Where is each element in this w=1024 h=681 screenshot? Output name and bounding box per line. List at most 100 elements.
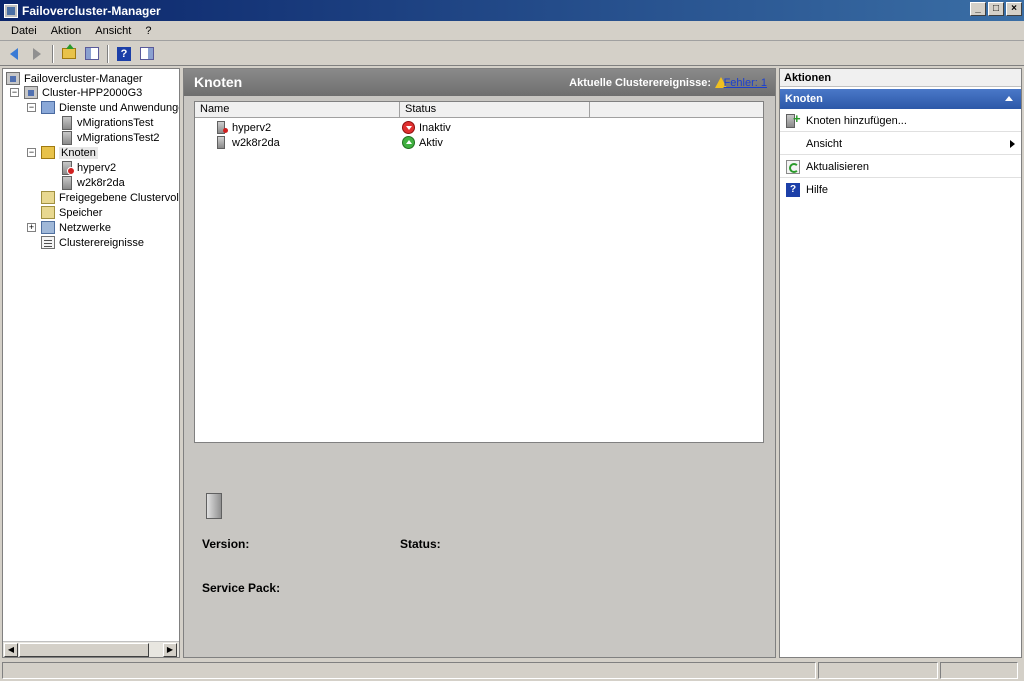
table-row[interactable]: w2k8r2da Aktiv — [195, 135, 763, 150]
tree-item-networks[interactable]: + Netzwerke — [27, 220, 111, 235]
refresh-action[interactable]: Aktualisieren — [780, 156, 1021, 178]
window-title: Failovercluster-Manager — [22, 3, 161, 18]
server-icon — [62, 175, 72, 190]
actions-title: Aktionen — [780, 69, 1021, 87]
cluster-icon — [24, 86, 38, 99]
recent-events-label: Aktuelle Clusterereignisse: — [569, 77, 711, 89]
tree-item-nodes[interactable]: − Knoten — [27, 145, 98, 160]
collapse-toggle[interactable]: − — [10, 88, 19, 97]
action-label: Ansicht — [806, 137, 843, 150]
server-icon — [62, 130, 72, 145]
help-button[interactable]: ? — [114, 44, 134, 64]
menu-aktion[interactable]: Aktion — [44, 25, 89, 37]
minimize-button[interactable]: _ — [970, 2, 986, 16]
maximize-button[interactable]: □ — [988, 2, 1004, 16]
help-action[interactable]: ? Hilfe — [780, 179, 1021, 201]
tree-item-w2k8r2da[interactable]: w2k8r2da — [60, 175, 125, 190]
services-icon — [41, 101, 55, 114]
show-hide-action-pane-button[interactable] — [137, 44, 157, 64]
tree-item-label: hyperv2 — [77, 161, 117, 174]
title-bar: Failovercluster-Manager _ □ × — [0, 0, 1024, 21]
help-icon: ? — [786, 183, 800, 197]
section-label: Knoten — [785, 93, 823, 105]
add-node-action[interactable]: Knoten hinzufügen... — [780, 110, 1021, 132]
add-node-icon — [786, 111, 801, 128]
status-up-icon — [402, 136, 415, 149]
tree-item-cluster[interactable]: − Cluster-HPP2000G3 — [10, 85, 142, 100]
status-panel — [940, 662, 1018, 679]
service-pack-label: Service Pack: — [202, 581, 281, 595]
action-pane-icon — [140, 47, 154, 60]
help-icon: ? — [117, 46, 131, 61]
column-header-name[interactable]: Name — [195, 102, 400, 118]
server-down-icon — [62, 160, 75, 175]
horizontal-scrollbar[interactable]: ◀ ▶ — [3, 641, 179, 657]
back-arrow-icon — [10, 47, 18, 60]
collapse-toggle[interactable]: − — [27, 148, 36, 157]
cell-name: hyperv2 — [195, 121, 400, 134]
tree-item-label: Netzwerke — [59, 221, 111, 234]
results-header: Knoten Aktuelle Clusterereignisse: Fehle… — [184, 69, 775, 96]
toolbar: ? — [0, 42, 1024, 66]
scroll-thumb[interactable] — [19, 643, 149, 657]
submenu-arrow-icon — [1010, 140, 1015, 148]
column-header-empty — [590, 102, 763, 118]
error-link[interactable]: Fehler: 1 — [724, 77, 767, 89]
toolbar-separator — [107, 44, 109, 63]
status-panel — [818, 662, 938, 679]
action-label: Aktualisieren — [806, 160, 869, 173]
status-panel — [2, 662, 816, 679]
events-icon — [41, 236, 55, 249]
toolbar-separator — [52, 44, 54, 63]
menu-ansicht[interactable]: Ansicht — [88, 25, 138, 37]
tree-item-shared-volumes[interactable]: Freigegebene Clustervolur — [41, 190, 179, 205]
page-title: Knoten — [194, 74, 243, 90]
nodes-list[interactable]: Name Status hyperv2 Inaktiv w2k8r2da Akt… — [194, 101, 764, 443]
view-action[interactable]: Ansicht — [780, 133, 1021, 155]
menu-help[interactable]: ? — [138, 25, 158, 37]
menu-bar: Datei Aktion Ansicht ? — [0, 21, 1024, 41]
console-tree[interactable]: Failovercluster-Manager − Cluster-HPP200… — [2, 68, 180, 658]
tree-item-label: Speicher — [59, 206, 103, 219]
tree-item-vmigrationstest[interactable]: vMigrationsTest — [60, 115, 153, 130]
column-header-status[interactable]: Status — [400, 102, 590, 118]
node-status: Aktiv — [419, 136, 443, 149]
tree-item-hyperv2[interactable]: hyperv2 — [60, 160, 116, 175]
show-hide-console-tree-button[interactable] — [82, 44, 102, 64]
node-status: Inaktiv — [419, 121, 451, 134]
nodes-folder-icon — [41, 146, 55, 159]
scroll-right-button[interactable]: ▶ — [163, 643, 177, 657]
up-level-button[interactable] — [59, 44, 79, 64]
cell-name: w2k8r2da — [195, 136, 400, 149]
status-bar — [0, 660, 1024, 681]
window-controls: _ □ × — [970, 2, 1022, 16]
cluster-manager-icon — [4, 3, 18, 18]
tree-item-storage[interactable]: Speicher — [41, 205, 102, 220]
tree-item-label: Cluster-HPP2000G3 — [42, 86, 143, 99]
tree-item-events[interactable]: Clusterereignisse — [41, 235, 144, 250]
results-pane: Knoten Aktuelle Clusterereignisse: Fehle… — [183, 68, 776, 658]
cell-status: Aktiv — [400, 136, 443, 149]
collapse-up-icon[interactable] — [1005, 96, 1013, 101]
status-label: Status: — [400, 537, 441, 551]
tree-item-vmigrationstest2[interactable]: vMigrationsTest2 — [60, 130, 160, 145]
storage-icon — [41, 206, 55, 219]
close-button[interactable]: × — [1006, 2, 1022, 16]
tree-item-services[interactable]: − Dienste und Anwendungen — [27, 100, 180, 115]
tree-item-label: Dienste und Anwendungen — [59, 101, 180, 114]
menu-datei[interactable]: Datei — [4, 25, 44, 37]
refresh-icon — [786, 160, 800, 174]
tree-item-label: Failovercluster-Manager — [24, 72, 143, 85]
tree-item-root[interactable]: Failovercluster-Manager — [6, 71, 143, 86]
scroll-left-button[interactable]: ◀ — [4, 643, 18, 657]
back-button[interactable] — [4, 44, 24, 64]
collapse-toggle[interactable]: − — [27, 103, 36, 112]
tree-item-label: vMigrationsTest2 — [77, 131, 160, 144]
table-row[interactable]: hyperv2 Inaktiv — [195, 120, 763, 135]
forward-button[interactable] — [27, 44, 47, 64]
node-name: w2k8r2da — [232, 136, 280, 149]
actions-section-header[interactable]: Knoten — [780, 89, 1021, 109]
folder-up-icon — [62, 44, 76, 59]
tree-item-label: Knoten — [59, 146, 98, 159]
expand-toggle[interactable]: + — [27, 223, 36, 232]
